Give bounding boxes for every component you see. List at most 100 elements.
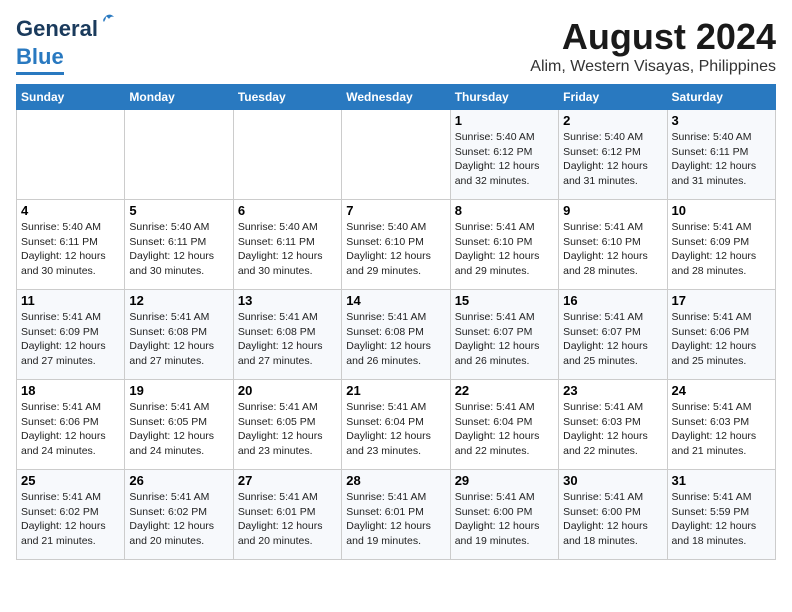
calendar-cell bbox=[125, 110, 233, 200]
day-number: 11 bbox=[21, 293, 120, 308]
calendar-cell: 14Sunrise: 5:41 AM Sunset: 6:08 PM Dayli… bbox=[342, 290, 450, 380]
calendar-cell: 21 Sunrise: 5:41 AM Sunset: 6:04 PM Dayli… bbox=[342, 380, 450, 470]
calendar-cell: 10Sunrise: 5:41 AM Sunset: 6:09 PM Dayli… bbox=[667, 200, 775, 290]
calendar-cell: 25Sunrise: 5:41 AM Sunset: 6:02 PM Dayli… bbox=[17, 470, 125, 560]
day-content: Sunrise: 5:40 AM Sunset: 6:10 PM Dayligh… bbox=[346, 220, 445, 279]
day-number: 2 bbox=[563, 113, 662, 128]
calendar-cell: 3 Sunrise: 5:40 AM Sunset: 6:11 PM Daylig… bbox=[667, 110, 775, 200]
day-content: Sunrise: 5:41 AM Sunset: 6:02 PM Dayligh… bbox=[21, 490, 120, 549]
day-number: 6 bbox=[238, 203, 337, 218]
day-number: 9 bbox=[563, 203, 662, 218]
calendar-week-row: 11 Sunrise: 5:41 AM Sunset: 6:09 PM Dayli… bbox=[17, 290, 776, 380]
calendar-cell: 17 Sunrise: 5:41 AM Sunset: 6:06 PM Dayli… bbox=[667, 290, 775, 380]
calendar-week-row: 25Sunrise: 5:41 AM Sunset: 6:02 PM Dayli… bbox=[17, 470, 776, 560]
calendar-cell: 30 Sunrise: 5:41 AM Sunset: 6:00 PM Dayli… bbox=[559, 470, 667, 560]
day-content: Sunrise: 5:41 AM Sunset: 6:07 PM Dayligh… bbox=[455, 310, 554, 369]
subtitle: Alim, Western Visayas, Philippines bbox=[530, 58, 776, 76]
day-number: 16 bbox=[563, 293, 662, 308]
day-number: 21 bbox=[346, 383, 445, 398]
header-saturday: Saturday bbox=[667, 85, 775, 110]
title-block: August 2024 Alim, Western Visayas, Phili… bbox=[530, 16, 776, 76]
calendar-cell: 29 Sunrise: 5:41 AM Sunset: 6:00 PM Dayli… bbox=[450, 470, 558, 560]
day-number: 23 bbox=[563, 383, 662, 398]
calendar-cell: 24 Sunrise: 5:41 AM Sunset: 6:03 PM Dayli… bbox=[667, 380, 775, 470]
day-number: 14 bbox=[346, 293, 445, 308]
day-content: Sunrise: 5:41 AM Sunset: 6:10 PM Dayligh… bbox=[563, 220, 662, 279]
calendar-cell: 8 Sunrise: 5:41 AM Sunset: 6:10 PM Daylig… bbox=[450, 200, 558, 290]
day-content: Sunrise: 5:41 AM Sunset: 6:08 PM Dayligh… bbox=[238, 310, 337, 369]
day-content: Sunrise: 5:41 AM Sunset: 6:03 PM Dayligh… bbox=[672, 400, 771, 459]
day-content: Sunrise: 5:41 AM Sunset: 6:05 PM Dayligh… bbox=[238, 400, 337, 459]
calendar-cell: 28 Sunrise: 5:41 AM Sunset: 6:01 PM Dayli… bbox=[342, 470, 450, 560]
day-number: 12 bbox=[129, 293, 228, 308]
day-content: Sunrise: 5:40 AM Sunset: 6:11 PM Dayligh… bbox=[129, 220, 228, 279]
day-number: 30 bbox=[563, 473, 662, 488]
calendar-week-row: 1Sunrise: 5:40 AM Sunset: 6:12 PM Daylig… bbox=[17, 110, 776, 200]
day-content: Sunrise: 5:41 AM Sunset: 6:05 PM Dayligh… bbox=[129, 400, 228, 459]
day-number: 26 bbox=[129, 473, 228, 488]
calendar-cell: 4 Sunrise: 5:40 AM Sunset: 6:11 PM Daylig… bbox=[17, 200, 125, 290]
day-number: 13 bbox=[238, 293, 337, 308]
day-number: 3 bbox=[672, 113, 771, 128]
calendar-cell bbox=[233, 110, 341, 200]
calendar-cell: 5 Sunrise: 5:40 AM Sunset: 6:11 PM Daylig… bbox=[125, 200, 233, 290]
calendar-cell: 13 Sunrise: 5:41 AM Sunset: 6:08 PM Dayli… bbox=[233, 290, 341, 380]
calendar-header-row: SundayMondayTuesdayWednesdayThursdayFrid… bbox=[17, 85, 776, 110]
day-number: 4 bbox=[21, 203, 120, 218]
day-content: Sunrise: 5:41 AM Sunset: 6:00 PM Dayligh… bbox=[563, 490, 662, 549]
day-content: Sunrise: 5:41 AM Sunset: 6:08 PM Dayligh… bbox=[129, 310, 228, 369]
day-content: Sunrise: 5:41 AM Sunset: 5:59 PM Dayligh… bbox=[672, 490, 771, 549]
day-number: 15 bbox=[455, 293, 554, 308]
calendar-cell: 27 Sunrise: 5:41 AM Sunset: 6:01 PM Dayli… bbox=[233, 470, 341, 560]
day-number: 19 bbox=[129, 383, 228, 398]
day-content: Sunrise: 5:41 AM Sunset: 6:09 PM Dayligh… bbox=[21, 310, 120, 369]
header-tuesday: Tuesday bbox=[233, 85, 341, 110]
calendar-week-row: 18Sunrise: 5:41 AM Sunset: 6:06 PM Dayli… bbox=[17, 380, 776, 470]
day-number: 27 bbox=[238, 473, 337, 488]
day-content: Sunrise: 5:41 AM Sunset: 6:09 PM Dayligh… bbox=[672, 220, 771, 279]
calendar-cell bbox=[342, 110, 450, 200]
day-content: Sunrise: 5:41 AM Sunset: 6:01 PM Dayligh… bbox=[238, 490, 337, 549]
day-number: 17 bbox=[672, 293, 771, 308]
day-number: 8 bbox=[455, 203, 554, 218]
day-content: Sunrise: 5:41 AM Sunset: 6:10 PM Dayligh… bbox=[455, 220, 554, 279]
calendar-cell bbox=[17, 110, 125, 200]
day-content: Sunrise: 5:41 AM Sunset: 6:06 PM Dayligh… bbox=[672, 310, 771, 369]
day-content: Sunrise: 5:41 AM Sunset: 6:01 PM Dayligh… bbox=[346, 490, 445, 549]
calendar-cell: 18Sunrise: 5:41 AM Sunset: 6:06 PM Dayli… bbox=[17, 380, 125, 470]
main-title: August 2024 bbox=[530, 16, 776, 58]
calendar-cell: 11 Sunrise: 5:41 AM Sunset: 6:09 PM Dayli… bbox=[17, 290, 125, 380]
day-content: Sunrise: 5:41 AM Sunset: 6:04 PM Dayligh… bbox=[346, 400, 445, 459]
day-number: 29 bbox=[455, 473, 554, 488]
logo-general: General bbox=[16, 16, 98, 41]
day-content: Sunrise: 5:40 AM Sunset: 6:12 PM Dayligh… bbox=[455, 130, 554, 189]
day-content: Sunrise: 5:40 AM Sunset: 6:11 PM Dayligh… bbox=[672, 130, 771, 189]
calendar-cell: 9 Sunrise: 5:41 AM Sunset: 6:10 PM Daylig… bbox=[559, 200, 667, 290]
calendar-cell: 6Sunrise: 5:40 AM Sunset: 6:11 PM Daylig… bbox=[233, 200, 341, 290]
day-content: Sunrise: 5:41 AM Sunset: 6:02 PM Dayligh… bbox=[129, 490, 228, 549]
logo-bird-icon bbox=[96, 12, 116, 32]
day-number: 7 bbox=[346, 203, 445, 218]
calendar-cell: 12 Sunrise: 5:41 AM Sunset: 6:08 PM Dayli… bbox=[125, 290, 233, 380]
calendar-cell: 26 Sunrise: 5:41 AM Sunset: 6:02 PM Dayli… bbox=[125, 470, 233, 560]
day-content: Sunrise: 5:40 AM Sunset: 6:11 PM Dayligh… bbox=[21, 220, 120, 279]
day-number: 22 bbox=[455, 383, 554, 398]
day-number: 28 bbox=[346, 473, 445, 488]
header-monday: Monday bbox=[125, 85, 233, 110]
day-content: Sunrise: 5:41 AM Sunset: 6:07 PM Dayligh… bbox=[563, 310, 662, 369]
calendar-cell: 16 Sunrise: 5:41 AM Sunset: 6:07 PM Dayli… bbox=[559, 290, 667, 380]
calendar-cell: 7 Sunrise: 5:40 AM Sunset: 6:10 PM Daylig… bbox=[342, 200, 450, 290]
logo: General Blue bbox=[16, 16, 98, 75]
day-number: 31 bbox=[672, 473, 771, 488]
day-number: 24 bbox=[672, 383, 771, 398]
logo-blue: Blue bbox=[16, 44, 64, 69]
header-thursday: Thursday bbox=[450, 85, 558, 110]
day-number: 5 bbox=[129, 203, 228, 218]
calendar-cell: 1Sunrise: 5:40 AM Sunset: 6:12 PM Daylig… bbox=[450, 110, 558, 200]
header-friday: Friday bbox=[559, 85, 667, 110]
day-content: Sunrise: 5:41 AM Sunset: 6:00 PM Dayligh… bbox=[455, 490, 554, 549]
calendar-cell: 20Sunrise: 5:41 AM Sunset: 6:05 PM Dayli… bbox=[233, 380, 341, 470]
day-content: Sunrise: 5:41 AM Sunset: 6:03 PM Dayligh… bbox=[563, 400, 662, 459]
calendar-week-row: 4 Sunrise: 5:40 AM Sunset: 6:11 PM Daylig… bbox=[17, 200, 776, 290]
page-header: General Blue August 2024 Alim, Western V… bbox=[16, 16, 776, 76]
